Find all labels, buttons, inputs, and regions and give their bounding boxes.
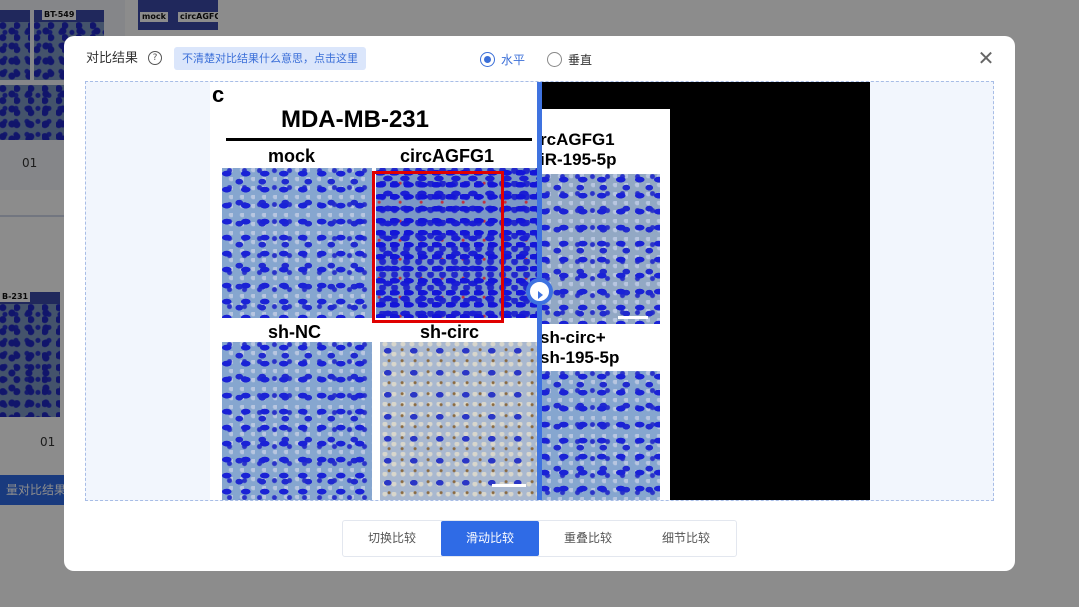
label-sh-nc: sh-NC: [268, 322, 321, 342]
micrograph-sh-nc: [222, 342, 372, 500]
scale-bar: [492, 484, 526, 487]
tab-overlay-compare[interactable]: 重叠比较: [539, 521, 637, 556]
label-circagfg1-mir: rcAGFG1: [540, 130, 615, 149]
tab-switch-compare[interactable]: 切换比较: [343, 521, 441, 556]
title-rule: [226, 138, 532, 141]
tab-slide-compare[interactable]: 滑动比较: [441, 521, 539, 556]
slide-compare-viewer[interactable]: c MDA-MB-231 mock circAGFG1 sh-NC sh-cir…: [85, 81, 994, 501]
difference-highlight-box: [372, 171, 504, 323]
help-icon[interactable]: ?: [148, 51, 162, 65]
candidate-figure: rcAGFG1 iR-195-5p sh-circ+ sh-195-5p: [540, 82, 870, 500]
modal-title: 对比结果: [86, 51, 139, 66]
micrograph-mock: [222, 168, 372, 318]
radio-checked-icon: [480, 51, 495, 67]
micrograph-circagfg1-mir: [540, 174, 660, 324]
original-figure: c MDA-MB-231 mock circAGFG1 sh-NC sh-cir…: [210, 82, 540, 500]
close-icon[interactable]: ✕: [976, 48, 996, 68]
figure-title: MDA-MB-231: [280, 106, 429, 133]
label-sh-circ: sh-circ: [420, 322, 480, 342]
slider-handle[interactable]: [526, 278, 553, 305]
tab-detail-compare[interactable]: 细节比较: [637, 521, 735, 556]
label-sh-circ-sh: sh-circ+: [540, 328, 606, 347]
label-sh-circ-sh-line2: sh-195-5p: [540, 348, 620, 367]
scale-bar: [618, 316, 648, 319]
radio-vertical[interactable]: 垂直: [547, 50, 592, 68]
hint-link[interactable]: 不清楚对比结果什么意思，点击这里: [174, 47, 366, 70]
micrograph-sh-circ: [380, 342, 540, 500]
radio-label: 水平: [501, 52, 526, 67]
compare-mode-tabs: 切换比较 滑动比较 重叠比较 细节比较: [342, 520, 737, 557]
label-circagfg1: circAGFG1: [400, 146, 495, 166]
micrograph-sh-circ-sh: [540, 371, 660, 500]
label-circagfg1-mir-line2: iR-195-5p: [540, 150, 617, 169]
radio-unchecked-icon: [547, 51, 562, 67]
radio-label: 垂直: [568, 52, 593, 67]
panel-letter: c: [212, 82, 225, 107]
label-mock: mock: [268, 146, 316, 166]
radio-horizontal[interactable]: 水平: [480, 50, 525, 68]
compare-result-modal: 对比结果 ? 不清楚对比结果什么意思，点击这里 水平 垂直 ✕ c MDA-MB…: [64, 36, 1015, 571]
